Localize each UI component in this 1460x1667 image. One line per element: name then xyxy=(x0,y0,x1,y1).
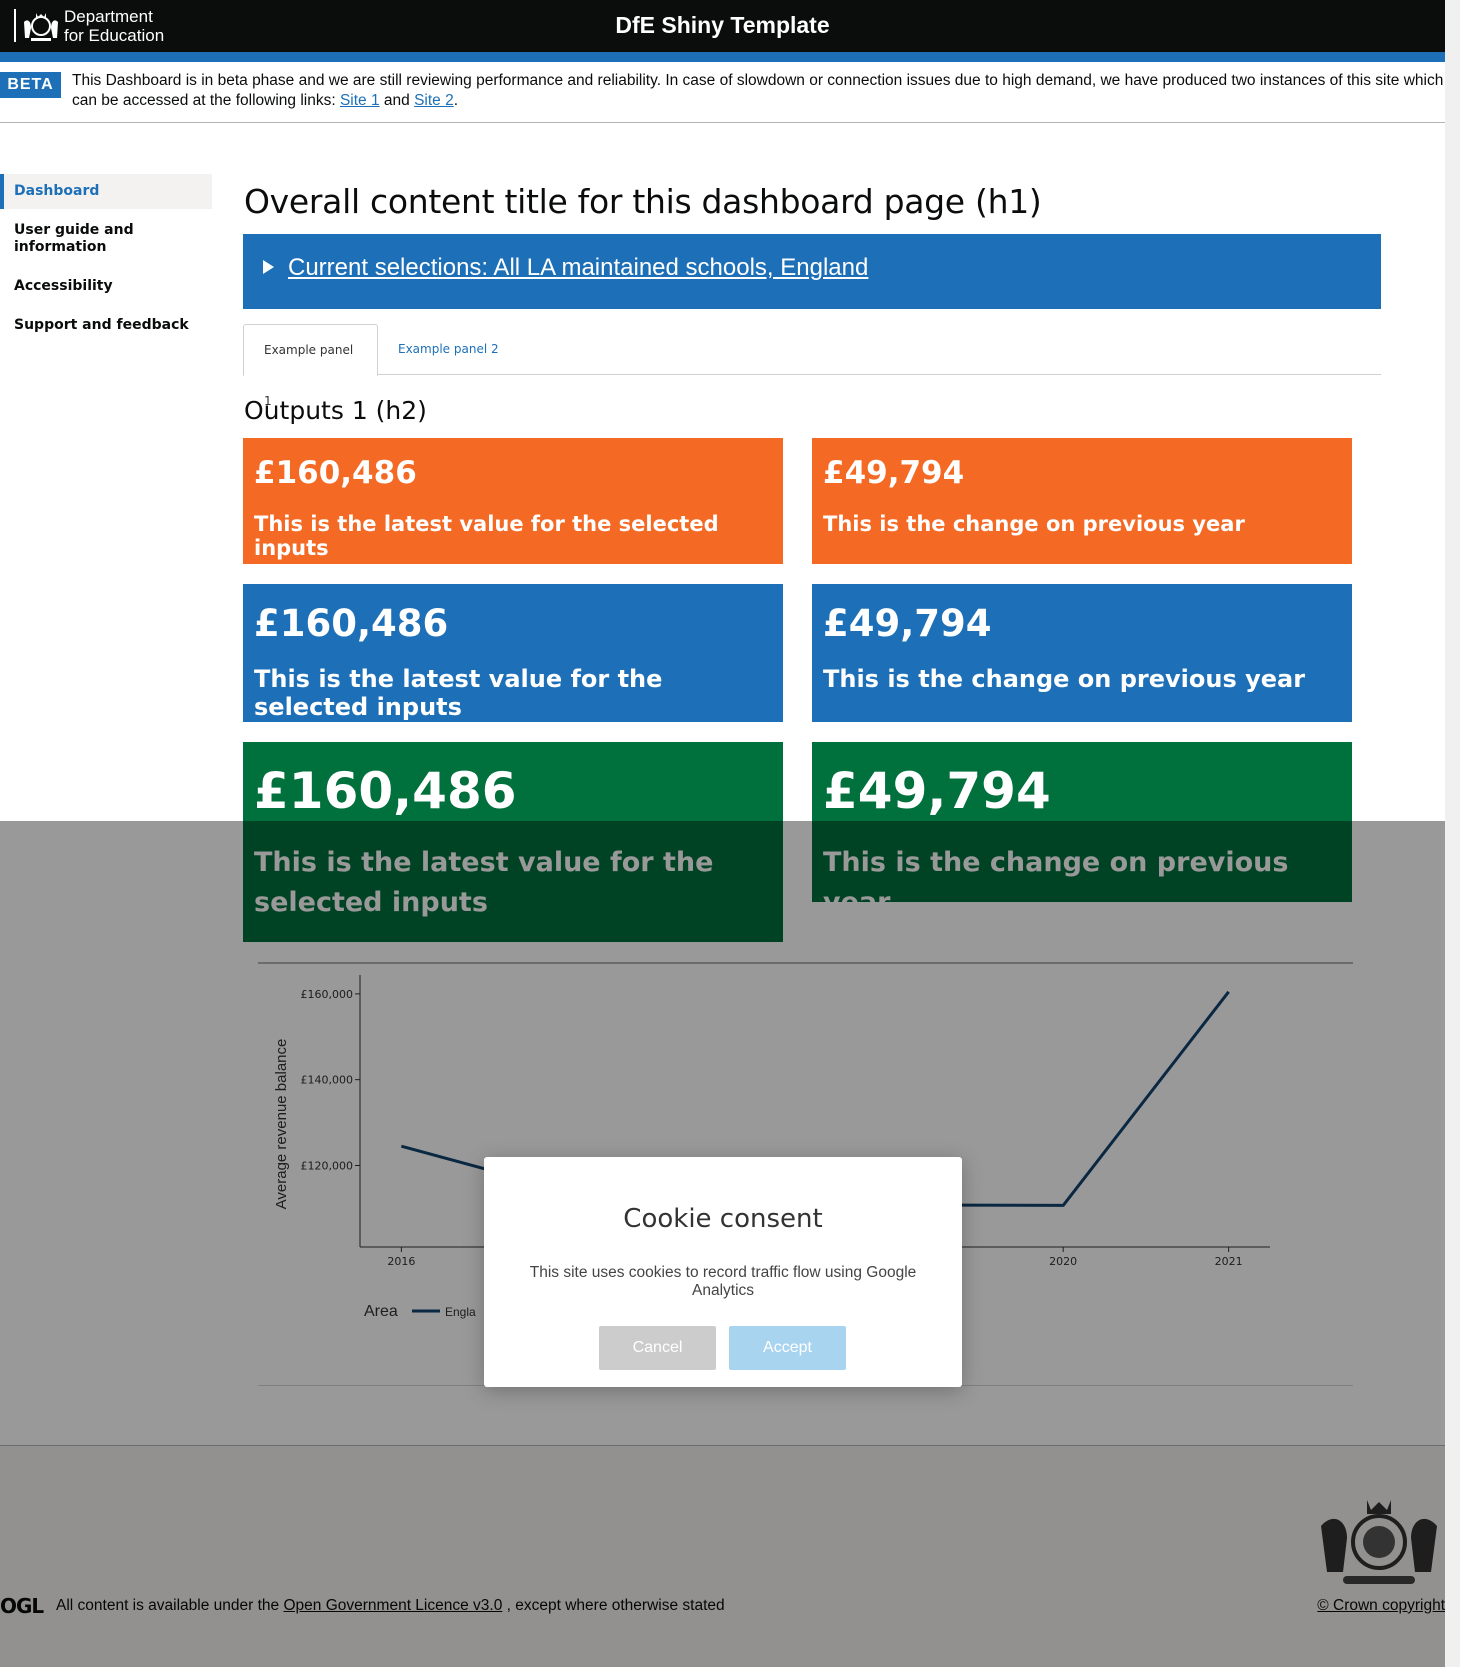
beta-message: This Dashboard is in beta phase and we a… xyxy=(72,71,1444,111)
sidebar-item-support[interactable]: Support and feedback xyxy=(0,308,212,343)
app-title: DfE Shiny Template xyxy=(615,12,830,38)
site-header: Department for Education DfE Shiny Templ… xyxy=(0,0,1445,52)
value-box-description: This is the latest value for the selecte… xyxy=(254,512,719,560)
beta-text-end: . xyxy=(453,92,459,109)
header-accent-bar xyxy=(0,52,1445,62)
sidebar-nav: Dashboard User guide and information Acc… xyxy=(0,174,212,343)
page-title: Overall content title for this dashboard… xyxy=(244,182,1042,221)
beta-text-and: and xyxy=(379,92,415,109)
value-box-latest-blue: £160,486 This is the latest value for th… xyxy=(243,584,783,722)
value-box-value: £160,486 xyxy=(254,762,517,820)
cancel-button[interactable]: Cancel xyxy=(599,1326,716,1370)
value-box-description: This is the change on previous year xyxy=(823,512,1245,536)
value-box-value: £160,486 xyxy=(254,455,417,491)
page-scrollbar[interactable] xyxy=(1445,0,1460,1667)
sidebar-item-accessibility[interactable]: Accessibility xyxy=(0,269,212,304)
cookie-consent-title: Cookie consent xyxy=(623,1204,823,1234)
beta-banner: BETA This Dashboard is in beta phase and… xyxy=(0,62,1445,123)
cookie-consent-dialog: Cookie consent This site uses cookies to… xyxy=(484,1157,962,1387)
value-box-latest-orange: £160,486 This is the latest value for th… xyxy=(243,438,783,564)
tab-example-panel-1[interactable]: Example panel 1 xyxy=(243,324,378,408)
site-1-link[interactable]: Site 1 xyxy=(340,92,380,109)
value-box-value: £160,486 xyxy=(254,602,449,645)
beta-tag: BETA xyxy=(0,72,61,98)
value-box-value: £49,794 xyxy=(823,762,1051,820)
accept-button[interactable]: Accept xyxy=(729,1326,846,1370)
sidebar-item-dashboard[interactable]: Dashboard xyxy=(0,174,212,209)
current-selections-label: Current selections: All LA maintained sc… xyxy=(288,254,869,281)
site-2-link[interactable]: Site 2 xyxy=(414,92,454,109)
value-box-description: This is the change on previous year xyxy=(823,665,1306,693)
expand-triangle-icon xyxy=(263,260,274,274)
panel-tabs: Example panel 1 Example panel 2 xyxy=(243,324,1381,408)
value-box-value: £49,794 xyxy=(823,455,965,491)
value-box-value: £49,794 xyxy=(823,602,992,645)
current-selections-toggle[interactable]: Current selections: All LA maintained sc… xyxy=(243,234,1381,309)
cookie-consent-text: This site uses cookies to record traffic… xyxy=(529,1264,917,1299)
sidebar-item-user-guide[interactable]: User guide and information xyxy=(0,213,212,265)
value-box-change-orange: £49,794 This is the change on previous y… xyxy=(812,438,1352,564)
beta-text: This Dashboard is in beta phase and we a… xyxy=(72,72,1444,109)
section-title: Outputs 1 (h2) xyxy=(244,396,427,425)
value-box-description: This is the latest value for the selecte… xyxy=(254,665,663,721)
value-box-change-blue: £49,794 This is the change on previous y… xyxy=(812,584,1352,722)
tab-example-panel-2[interactable]: Example panel 2 xyxy=(378,324,519,375)
